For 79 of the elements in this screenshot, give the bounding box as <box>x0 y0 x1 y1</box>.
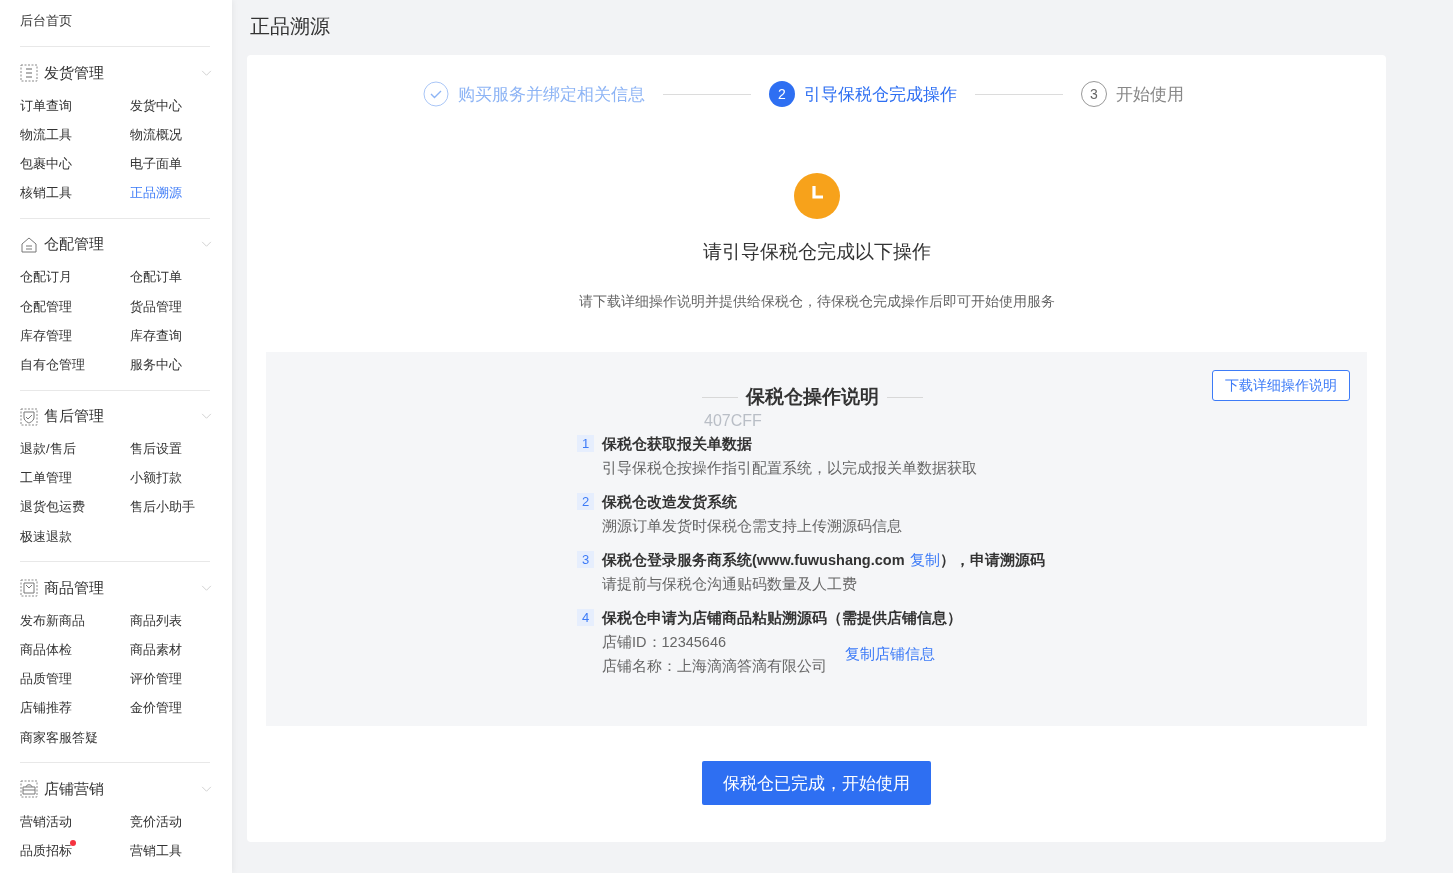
page-title: 正品溯源 <box>249 14 331 39</box>
chevron-icon[interactable] <box>201 69 212 77</box>
home-link[interactable]: 后台首页 <box>20 12 72 30</box>
nav-item[interactable]: 电子面单 <box>130 154 182 173</box>
nav-item[interactable]: 包裹中心 <box>20 154 72 173</box>
nav-item[interactable]: 营销活动 <box>20 812 72 831</box>
copy-link[interactable]: 复制 <box>909 552 940 568</box>
guide-item-title: 保税仓申请为店铺商品粘贴溯源码（需提供店铺信息） <box>602 609 962 628</box>
bag-icon <box>20 579 38 598</box>
nav-item[interactable]: 售后设置 <box>130 440 182 459</box>
nav-item[interactable]: 仓配订单 <box>130 268 182 287</box>
nav-item[interactable]: 货品管理 <box>130 297 182 316</box>
step-index: 2 <box>577 493 594 510</box>
chevron-icon[interactable] <box>201 241 212 249</box>
guide-item-text: 请提前与保税仓沟通贴码数量及人工费 <box>602 575 857 594</box>
nav-item[interactable]: 营销工具 <box>130 841 182 860</box>
nav-item[interactable]: 工单管理 <box>20 469 72 488</box>
section-title[interactable]: 仓配管理 <box>44 235 195 255</box>
nav-item[interactable]: 服务中心 <box>130 355 182 374</box>
clock-icon <box>793 173 840 219</box>
guide-item-text: 引导保税仓按操作指引配置系统，以完成报关单数据获取 <box>602 459 977 478</box>
step-index: 4 <box>577 609 594 626</box>
nav-item[interactable]: 品质招标 <box>20 841 72 860</box>
guide-item-text: 店铺ID：12345646 <box>602 633 727 652</box>
nav-item[interactable]: 库存管理 <box>20 326 72 345</box>
section-title[interactable]: 发货管理 <box>44 63 195 83</box>
nav-item[interactable]: 竞价活动 <box>130 812 182 831</box>
nav-item[interactable]: 品质管理 <box>20 670 72 689</box>
nav-item[interactable]: 极速退款 <box>20 527 72 546</box>
notice-heading: 请引导保税仓完成以下操作 <box>702 240 931 264</box>
nav-item[interactable]: 退货包运费 <box>20 498 85 517</box>
download-button[interactable]: 下载详细操作说明 <box>1212 370 1350 401</box>
nav-item[interactable]: 金价管理 <box>130 699 182 718</box>
nav-item[interactable]: 商品体检 <box>20 641 72 660</box>
guide-item-text: 店铺名称：上海滴滴答滴有限公司 <box>602 657 827 676</box>
notice-message: 请下载详细操作说明并提供给保税仓，待保税仓完成操作后即可开始使用服务 <box>578 293 1055 311</box>
gift-icon <box>20 780 38 799</box>
copy-store-info-link[interactable]: 复制店铺信息 <box>845 644 935 664</box>
nav-item[interactable]: 商家客服答疑 <box>20 728 98 747</box>
step-index: 3 <box>577 551 594 568</box>
chevron-icon[interactable] <box>201 584 212 592</box>
nav-item[interactable]: 仓配管理 <box>20 297 72 316</box>
nav-item[interactable]: 商品列表 <box>130 611 182 630</box>
guide-title: 保税仓操作说明 <box>746 385 879 409</box>
nav-item[interactable]: 仓配订月 <box>20 268 72 287</box>
start-button[interactable]: 保税仓已完成，开始使用 <box>702 761 931 805</box>
step-label: 购买服务并绑定相关信息 <box>458 83 645 106</box>
document-icon <box>20 64 38 82</box>
chevron-icon[interactable] <box>201 785 212 793</box>
guide-item-title: 保税仓改造发货系统 <box>602 493 738 512</box>
step-label: 开始使用 <box>1116 83 1184 106</box>
nav-item[interactable]: 商品素材 <box>130 641 182 660</box>
section-title[interactable]: 售后管理 <box>44 407 195 426</box>
step-number: 2 <box>769 81 795 107</box>
nav-item[interactable]: 自有仓管理 <box>20 355 85 374</box>
nav-item[interactable]: 小额打款 <box>130 469 182 488</box>
nav-item[interactable]: 售后小助手 <box>130 498 195 517</box>
guide-item-title: 保税仓获取报关单数据 <box>602 435 753 454</box>
shield-icon <box>20 407 38 426</box>
nav-item[interactable]: 发布新商品 <box>20 611 85 630</box>
nav-item[interactable]: 正品溯源 <box>130 184 182 203</box>
nav-item[interactable]: 物流概况 <box>130 125 182 144</box>
step-label: 引导保税仓完成操作 <box>804 83 957 106</box>
guide-item-title: 保税仓登录服务商系统(www.fuwushang.com 复制），申请溯源码 <box>602 551 1045 570</box>
guide-item-text: 溯源订单发货时保税仓需支持上传溯源码信息 <box>602 517 902 536</box>
nav-item[interactable]: 评价管理 <box>130 670 182 689</box>
step-index: 1 <box>577 435 594 452</box>
nav-item[interactable]: 发货中心 <box>130 96 182 115</box>
nav-item[interactable]: 店铺推荐 <box>20 699 72 718</box>
nav-item[interactable]: 物流工具 <box>20 125 72 144</box>
section-title[interactable]: 店铺营销 <box>44 779 195 799</box>
nav-item[interactable]: 订单查询 <box>20 96 72 115</box>
section-title[interactable]: 商品管理 <box>44 578 195 598</box>
chevron-icon[interactable] <box>201 413 212 420</box>
faint-text: 407CFF <box>704 412 762 429</box>
nav-item[interactable]: 库存查询 <box>130 326 182 345</box>
house-icon <box>20 235 38 254</box>
nav-item[interactable]: 退款/售后 <box>20 440 76 459</box>
nav-item[interactable]: 核销工具 <box>20 184 72 203</box>
